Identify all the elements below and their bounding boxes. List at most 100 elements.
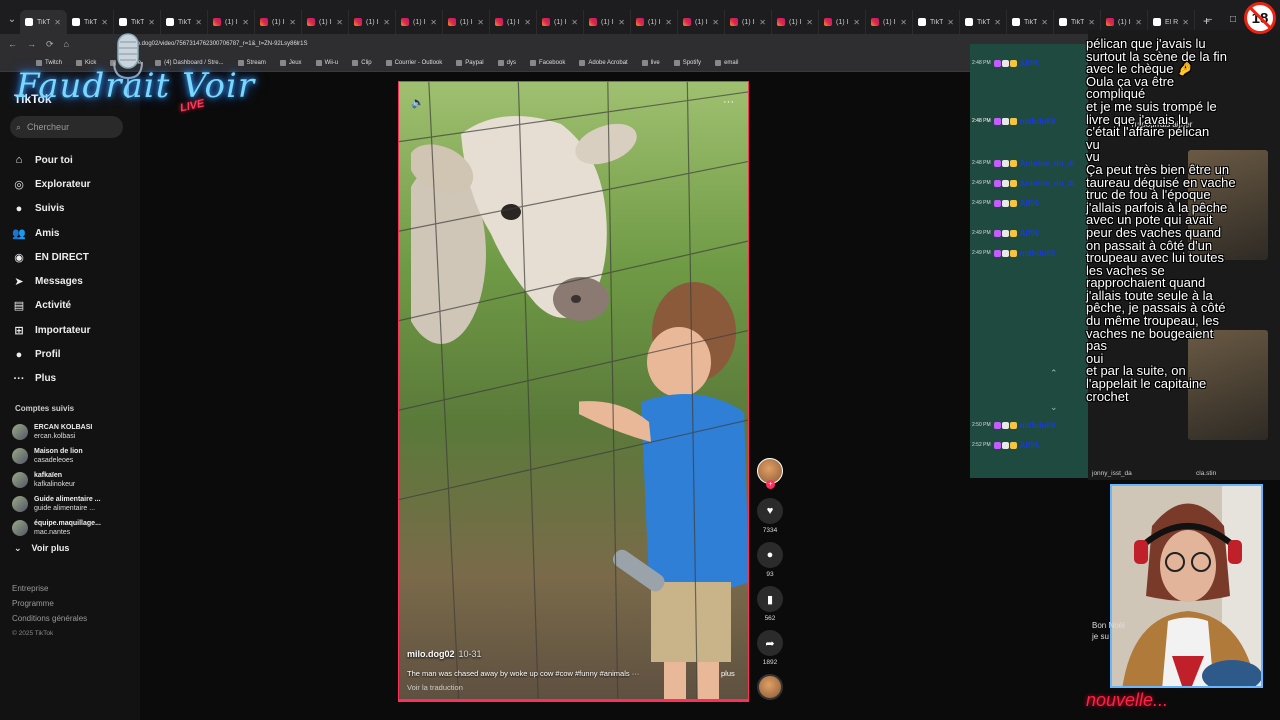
tab-close-icon[interactable]: ✕ <box>195 18 202 27</box>
browser-tab[interactable]: (1) In ✕ <box>443 10 490 34</box>
nav-item[interactable]: ··· Plus <box>12 367 136 391</box>
tab-close-icon[interactable]: ✕ <box>524 18 531 27</box>
browser-tab[interactable]: (1) In ✕ <box>396 10 443 34</box>
browser-tab[interactable]: TikTo ✕ <box>161 10 208 34</box>
bookmark-item[interactable]: Youtube <box>110 59 141 66</box>
chat-username[interactable]: Antoine_du_40 <box>1020 179 1074 188</box>
nav-item[interactable]: ▤ Activité <box>12 294 136 318</box>
footer-link[interactable]: Entreprise <box>12 581 87 596</box>
translate-link[interactable]: Voir la traduction <box>407 683 463 692</box>
tab-close-icon[interactable]: ✕ <box>994 18 1001 27</box>
bookmark-item[interactable]: Twitch <box>36 59 62 66</box>
chat-username[interactable]: nathdu69 <box>1020 249 1074 258</box>
browser-tab[interactable]: (1) In ✕ <box>678 10 725 34</box>
home-icon[interactable]: ⌂ <box>64 39 69 49</box>
browser-tab[interactable]: (1) In ✕ <box>537 10 584 34</box>
tab-close-icon[interactable]: ✕ <box>618 18 625 27</box>
bookmark-item[interactable]: Jeux <box>279 59 302 66</box>
bookmark-item[interactable]: email <box>715 59 738 66</box>
bookmark-item[interactable]: Adobe Acrobat <box>579 59 628 66</box>
tab-close-icon[interactable]: ✕ <box>336 18 343 27</box>
footer-link[interactable]: Conditions générales <box>12 611 87 626</box>
following-item[interactable]: ERCAN KOLBASI ercan.kolbasi <box>12 420 136 444</box>
following-item[interactable]: Guide alimentaire ... guide alimentaire .… <box>12 492 136 516</box>
tab-close-icon[interactable]: ✕ <box>665 18 672 27</box>
footer-link[interactable]: Programme <box>12 596 87 611</box>
following-item[interactable]: kafkaïen kafkalinokeur <box>12 468 136 492</box>
bookmark-item[interactable]: Courrier - Outlook <box>385 59 442 66</box>
chat-username[interactable]: Alf96 <box>1020 199 1074 208</box>
music-disc-icon[interactable] <box>757 674 783 700</box>
nav-item[interactable]: ➤ Messages <box>12 269 136 293</box>
tiktok-logo[interactable]: TikTok <box>14 92 52 106</box>
search-input[interactable]: ⌕ Chercheur <box>10 116 123 138</box>
nav-item[interactable]: ● Profil <box>12 342 136 366</box>
tab-close-icon[interactable]: ✕ <box>289 18 296 27</box>
browser-tab[interactable]: (1) In ✕ <box>725 10 772 34</box>
bookmark-item[interactable]: Spotify <box>673 59 701 66</box>
see-more-button[interactable]: ⌄ Voir plus <box>14 543 69 554</box>
tab-close-icon[interactable]: ✕ <box>242 18 249 27</box>
back-icon[interactable]: ← <box>8 39 17 49</box>
chat-username[interactable]: Alf96 <box>1020 229 1074 238</box>
tab-close-icon[interactable]: ✕ <box>1041 18 1048 27</box>
forward-icon[interactable]: → <box>27 39 36 49</box>
chat-username[interactable]: nathdu69 <box>1020 117 1074 126</box>
tab-close-icon[interactable]: ✕ <box>947 18 954 27</box>
bookmark-item[interactable]: Stream <box>237 59 266 66</box>
chevron-down-icon[interactable]: ⌄ <box>1050 402 1058 413</box>
nav-item[interactable]: ⌂ Pour toi <box>12 148 136 172</box>
url-field[interactable]: milo.dog02/video/7567314762300706787_r=1… <box>129 41 307 47</box>
tab-close-icon[interactable]: ✕ <box>54 18 61 27</box>
bookmark-item[interactable]: Paypal <box>456 59 484 66</box>
browser-tab[interactable]: TikTo ✕ <box>20 10 67 34</box>
video-author[interactable]: milo.dog02 10-31 <box>407 649 482 659</box>
video-progress-bar[interactable] <box>399 699 748 701</box>
nav-item[interactable]: ◎ Explorateur <box>12 172 136 196</box>
tab-close-icon[interactable]: ✕ <box>853 18 860 27</box>
tab-close-icon[interactable]: ✕ <box>806 18 813 27</box>
chat-username[interactable]: Alf96 <box>1020 59 1074 68</box>
bookmark-item[interactable]: Clip <box>352 59 372 66</box>
browser-tab[interactable]: TikTo ✕ <box>913 10 960 34</box>
browser-tab[interactable]: (1) In ✕ <box>772 10 819 34</box>
tab-close-icon[interactable]: ✕ <box>712 18 719 27</box>
tab-close-icon[interactable]: ✕ <box>383 18 390 27</box>
sound-icon[interactable]: 🔈 <box>411 96 425 109</box>
browser-tab[interactable]: (1) In ✕ <box>208 10 255 34</box>
tab-search-icon[interactable]: ⌄ <box>4 8 20 30</box>
tab-close-icon[interactable]: ✕ <box>1135 18 1142 27</box>
reload-icon[interactable]: ⟳ <box>46 39 54 50</box>
browser-tab[interactable]: (1) In ✕ <box>584 10 631 34</box>
tab-close-icon[interactable]: ✕ <box>430 18 437 27</box>
author-avatar[interactable]: + <box>757 458 783 489</box>
browser-tab[interactable]: (1) In ✕ <box>819 10 866 34</box>
tab-close-icon[interactable]: ✕ <box>148 18 155 27</box>
chat-username[interactable]: Antoine_du_40 <box>1020 159 1074 168</box>
share-icon[interactable]: ➦ <box>757 630 783 656</box>
bookmark-item[interactable]: Kick <box>76 59 96 66</box>
chat-username[interactable]: nathdu69 <box>1020 421 1074 430</box>
nav-item[interactable]: ◉ EN DIRECT <box>12 245 136 269</box>
tab-close-icon[interactable]: ✕ <box>1088 18 1095 27</box>
following-item[interactable]: Maison de lion casadeleoes <box>12 444 136 468</box>
browser-tab[interactable]: TikTo ✕ <box>67 10 114 34</box>
browser-tab[interactable]: (1) In ✕ <box>866 10 913 34</box>
browser-tab[interactable]: (1) In ✕ <box>349 10 396 34</box>
maximize-icon[interactable]: □ <box>1230 14 1236 25</box>
video-player[interactable]: 🔈 ··· milo.dog02 10-31 The man was chased… <box>398 81 749 702</box>
chat-username[interactable]: Alf96 <box>1020 441 1074 450</box>
tab-close-icon[interactable]: ✕ <box>1182 18 1189 27</box>
tab-close-icon[interactable]: ✕ <box>477 18 484 27</box>
browser-tab[interactable]: TikTo ✕ <box>1007 10 1054 34</box>
caption-more-link[interactable]: plus <box>721 669 735 678</box>
bookmark-item[interactable]: (4) Dashboard / Stre... <box>155 59 224 66</box>
browser-tab[interactable]: (1) In ✕ <box>255 10 302 34</box>
browser-tab[interactable]: (1) In ✕ <box>631 10 678 34</box>
tab-close-icon[interactable]: ✕ <box>900 18 907 27</box>
browser-tab[interactable]: TikTo ✕ <box>960 10 1007 34</box>
follow-plus-icon[interactable]: + <box>766 480 775 489</box>
browser-tab[interactable]: (1) In ✕ <box>302 10 349 34</box>
nav-item[interactable]: ● Suivis <box>12 197 136 221</box>
tab-close-icon[interactable]: ✕ <box>101 18 108 27</box>
